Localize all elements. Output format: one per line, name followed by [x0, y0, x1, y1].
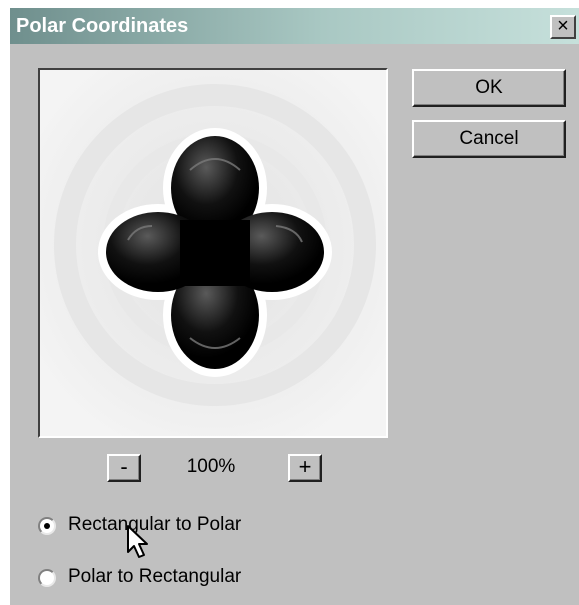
polar-coordinates-dialog: Polar Coordinates × OK Cancel - 100% + R… — [8, 6, 579, 605]
preview-flower-shape — [40, 70, 386, 436]
ok-button[interactable]: OK — [412, 69, 566, 107]
cancel-button[interactable]: Cancel — [412, 120, 566, 158]
zoom-in-button[interactable]: + — [288, 454, 322, 482]
radio-button[interactable] — [38, 569, 56, 587]
title-bar: Polar Coordinates × — [10, 8, 579, 44]
zoom-out-button[interactable]: - — [107, 454, 141, 482]
dialog-title: Polar Coordinates — [16, 15, 189, 37]
option-label: Polar to Rectangular — [68, 566, 242, 587]
option-label: Rectangular to Polar — [68, 514, 242, 535]
zoom-level: 100% — [186, 456, 236, 477]
radio-button-selected[interactable] — [38, 517, 56, 535]
close-button[interactable]: × — [550, 15, 576, 39]
preview-image — [38, 68, 388, 438]
mouse-pointer-icon — [127, 525, 148, 558]
